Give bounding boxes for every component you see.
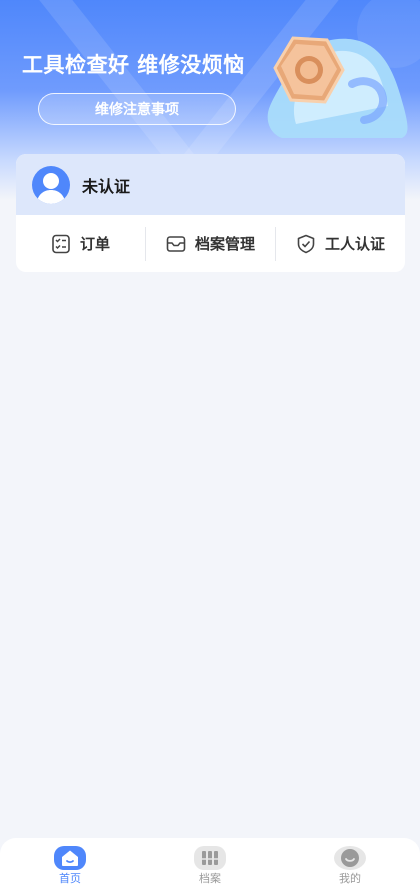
tab-home-label: 首页 [59,872,81,885]
menu-item-worker-certification[interactable]: 工人认证 [276,227,405,261]
profile-card: 未认证 订单 档案管理 工人认证 [16,154,405,272]
menu-item-archive-management-label: 档案管理 [194,235,255,253]
user-avatar-icon [32,165,70,204]
archive-icon [194,846,226,870]
profile-icon [334,846,366,870]
tab-archive-label: 档案 [199,872,221,885]
menu-item-worker-certification-label: 工人认证 [324,235,385,253]
tab-home[interactable]: 首页 [0,838,140,886]
bottom-tab-bar: 首页 档案 我的 [0,838,420,886]
tab-profile[interactable]: 我的 [280,838,420,886]
home-icon [54,846,86,870]
profile-header[interactable]: 未认证 [16,154,405,215]
hero-title: 工具检查好 维修没烦恼 [22,53,245,77]
tab-profile-label: 我的 [339,872,361,885]
menu-item-orders-label: 订单 [79,235,110,253]
wrench-and-nut-illustration-icon [267,36,408,138]
menu-item-orders[interactable]: 订单 [16,227,145,261]
certification-status: 未认证 [82,176,131,196]
tab-archive[interactable]: 档案 [140,838,280,886]
quick-menu: 订单 档案管理 工人认证 [16,215,405,272]
order-list-icon [52,234,70,253]
archive-box-icon [166,235,186,252]
menu-item-archive-management[interactable]: 档案管理 [146,227,275,261]
repair-notes-button[interactable]: 维修注意事项 [38,93,236,125]
shield-check-icon [297,234,315,253]
